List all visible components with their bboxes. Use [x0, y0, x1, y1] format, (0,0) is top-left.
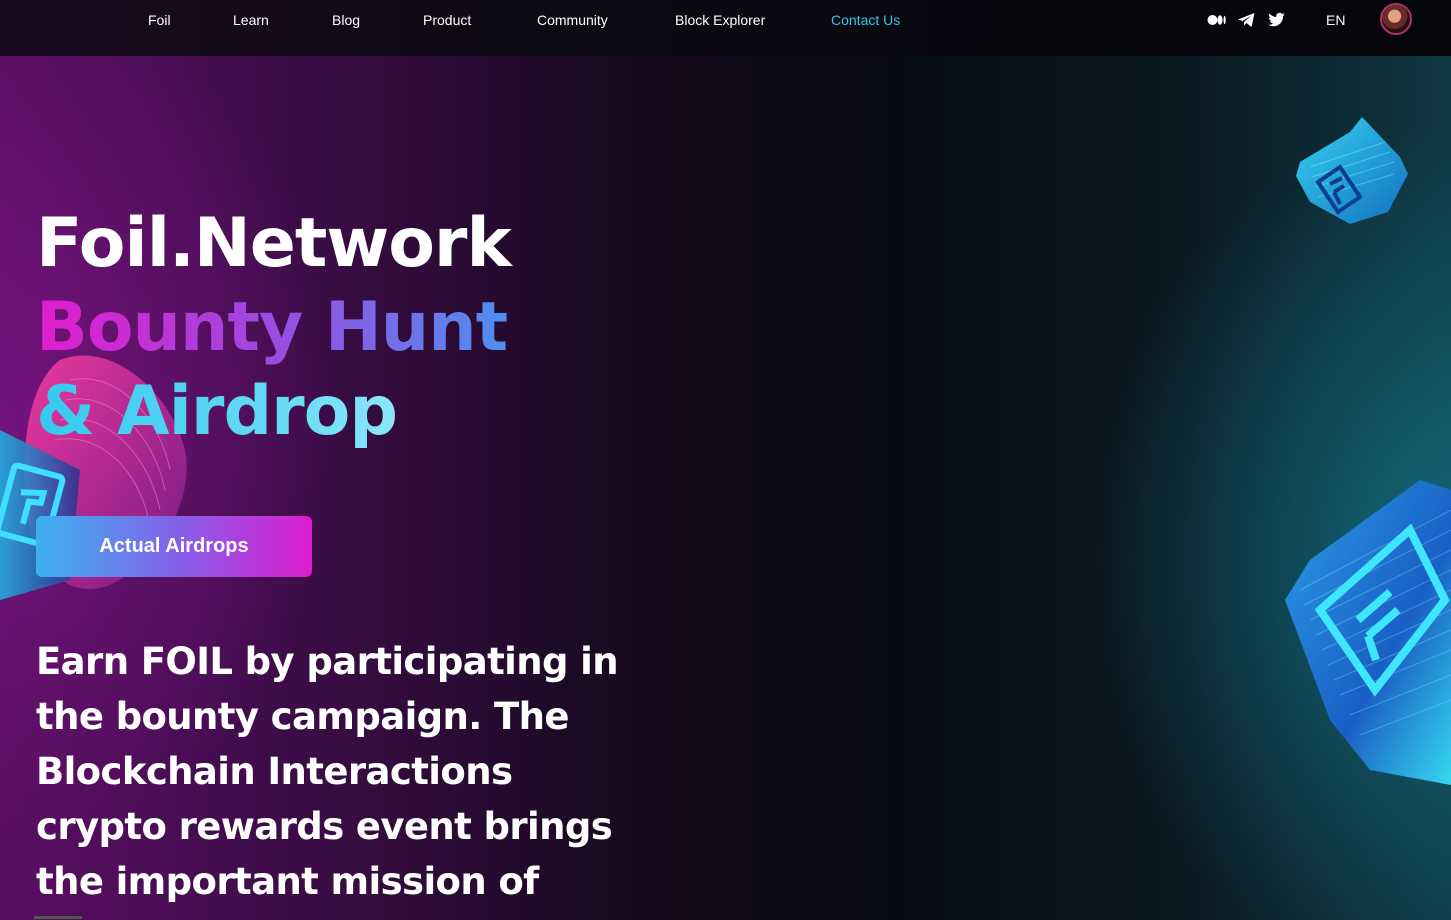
nav-item-learn[interactable]: Learn: [233, 12, 269, 28]
actual-airdrops-button[interactable]: Actual Airdrops: [36, 516, 312, 577]
right-foil-cube-graphic: [1285, 480, 1451, 785]
nav-item-foil[interactable]: Foil: [148, 12, 171, 28]
twitter-icon[interactable]: [1267, 11, 1286, 29]
page: Foil Learn Blog Product Community Block …: [0, 0, 1451, 920]
nav-item-product[interactable]: Product: [423, 12, 471, 28]
nav-item-contact-us[interactable]: Contact Us: [831, 12, 900, 28]
top-right-foil-cube-graphic: [1296, 117, 1408, 224]
language-selector[interactable]: EN: [1326, 12, 1345, 28]
divider: [34, 916, 82, 919]
telegram-icon[interactable]: [1237, 11, 1256, 29]
medium-icon[interactable]: [1207, 11, 1227, 29]
user-avatar[interactable]: [1380, 3, 1412, 35]
top-navigation-bar: Foil Learn Blog Product Community Block …: [0, 0, 1451, 56]
nav-item-community[interactable]: Community: [537, 12, 608, 28]
nav-item-block-explorer[interactable]: Block Explorer: [675, 12, 765, 28]
hero-title-line-3: & Airdrop: [36, 372, 398, 451]
hero-title-line-1: Foil.Network: [36, 204, 512, 283]
hero-title-line-2: Bounty Hunt: [36, 288, 508, 367]
hero-description: Earn FOIL by participating in the bounty…: [36, 640, 619, 903]
nav-item-blog[interactable]: Blog: [332, 12, 360, 28]
